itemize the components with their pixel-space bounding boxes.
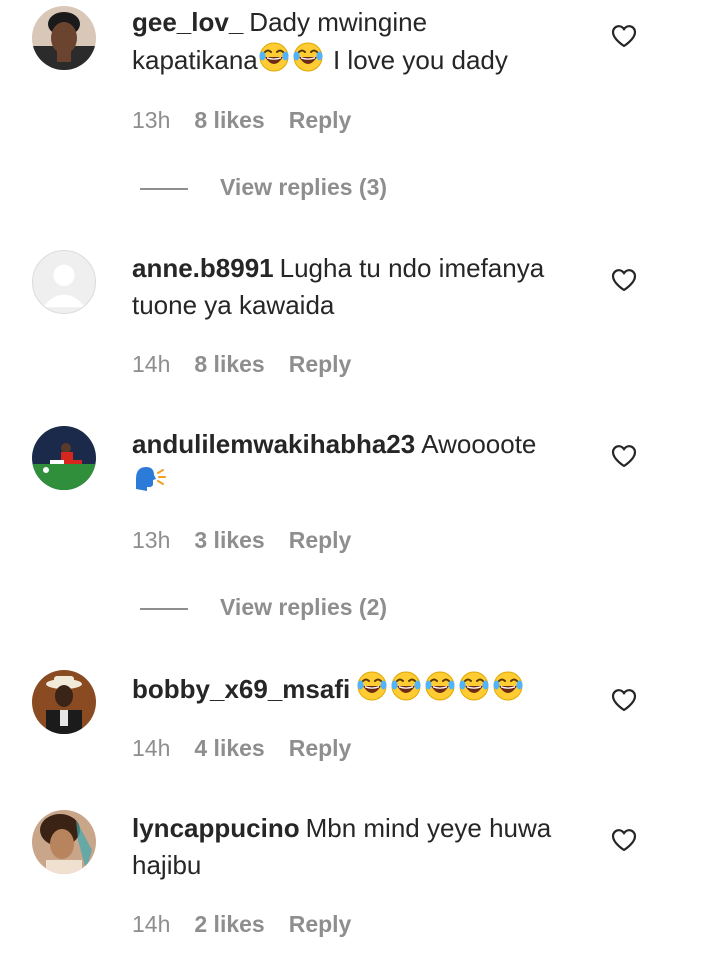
comment-text-line2b: I love you dady [325,45,508,75]
comment-meta: 13h 8 likes Reply [132,105,375,135]
comment-meta: 14h 4 likes Reply [132,733,375,763]
tears-of-joy-emoji [292,41,326,83]
avatar[interactable] [32,6,96,70]
view-replies-label: View replies (3) [220,174,388,200]
heart-outline-icon[interactable] [611,268,637,292]
username[interactable]: gee_lov_ [132,7,243,37]
comment-text-line2: kapatikana [132,45,258,75]
reply-button[interactable]: Reply [289,911,352,937]
heart-outline-icon[interactable] [611,24,637,48]
reply-button[interactable]: Reply [289,107,352,133]
divider-line [140,187,188,190]
man-in-hat-photo-icon [32,670,96,734]
tears-of-joy-emoji [458,670,492,712]
tears-of-joy-emoji [356,670,390,712]
view-replies-label: View replies (2) [220,594,388,620]
comment-text-block: andulilemwakihabha23 Awoooote [132,426,582,505]
avatar[interactable] [32,810,96,874]
comment-text-line2: hajibu [132,850,202,880]
football-player-photo-icon [32,426,96,490]
reply-button[interactable]: Reply [289,527,352,553]
comment-meta: 14h 8 likes Reply [132,349,375,379]
heart-outline-icon[interactable] [611,688,637,712]
comment-text: Mbn mind yeye huwa [305,813,552,843]
username[interactable]: lyncappucino [132,813,300,843]
timestamp: 14h [132,735,171,761]
tears-of-joy-emoji [258,41,292,83]
avatar[interactable] [32,670,96,734]
comment-meta: 14h 2 likes Reply [132,909,375,939]
likes-count[interactable]: 8 likes [194,351,264,377]
username[interactable]: anne.b8991 [132,253,274,283]
tears-of-joy-emoji [424,670,458,712]
profile-photo-woman-icon [32,810,96,874]
timestamp: 13h [132,527,171,553]
comment-text-block: anne.b8991 Lugha tu ndo imefanya tuone ya… [132,250,582,324]
default-profile-icon [33,251,95,313]
divider-line [140,607,188,610]
comment-text-block: gee_lov_ Dady mwingine kapatikana I love … [132,4,582,83]
likes-count[interactable]: 4 likes [194,735,264,761]
comment-text: Awoooote [421,429,537,459]
heart-outline-icon[interactable] [611,828,637,852]
profile-photo-icon [32,6,96,70]
comment-text-line2: tuone ya kawaida [132,290,335,320]
comment-meta: 13h 3 likes Reply [132,525,375,555]
comment-text: Dady mwingine [249,7,428,37]
timestamp: 14h [132,351,171,377]
username[interactable]: bobby_x69_msafi [132,674,350,704]
comment-text-block: lyncappucino Mbn mind yeye huwa hajibu [132,810,582,884]
heart-outline-icon[interactable] [611,444,637,468]
tears-of-joy-emoji [390,670,424,712]
comment-text-block: bobby_x69_msafi [132,670,582,712]
timestamp: 13h [132,107,171,133]
avatar[interactable] [32,250,96,314]
view-replies-button[interactable]: View replies (2) [140,592,387,622]
tears-of-joy-emoji [492,670,526,712]
comment-text: Lugha tu ndo imefanya [279,253,545,283]
likes-count[interactable]: 8 likes [194,107,264,133]
avatar[interactable] [32,426,96,490]
reply-button[interactable]: Reply [289,351,352,377]
reply-button[interactable]: Reply [289,735,352,761]
username[interactable]: andulilemwakihabha23 [132,429,415,459]
likes-count[interactable]: 2 likes [194,911,264,937]
likes-count[interactable]: 3 likes [194,527,264,553]
view-replies-button[interactable]: View replies (3) [140,172,387,202]
speaking-head-emoji [132,463,166,505]
timestamp: 14h [132,911,171,937]
